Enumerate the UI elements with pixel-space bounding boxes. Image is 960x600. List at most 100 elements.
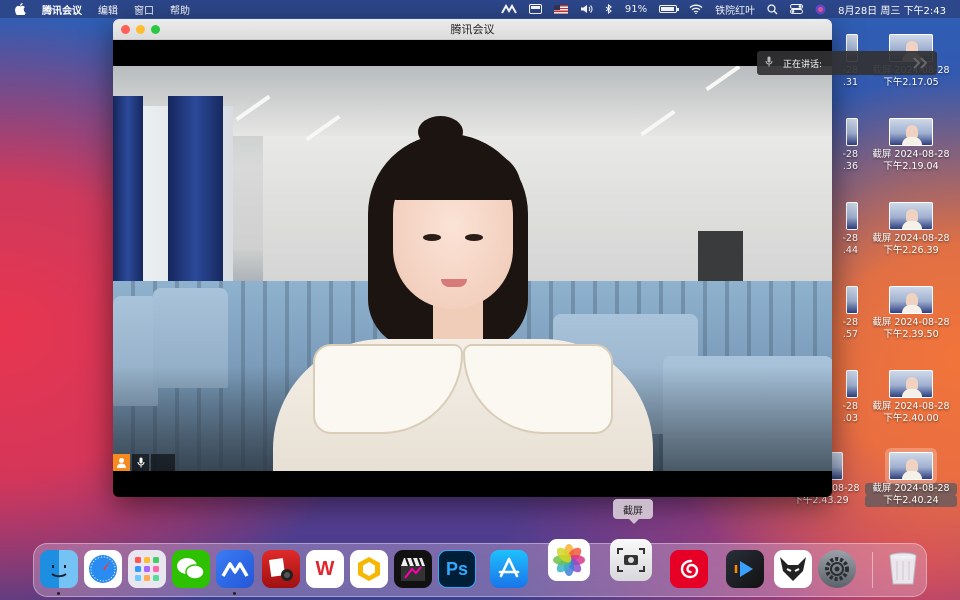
file-name-line1: 截屏 2024-08-28 (872, 317, 950, 328)
dock-tencent-meeting[interactable] (216, 550, 254, 588)
app-store-icon (498, 557, 520, 578)
file-name-line2: 下午2.26.39 (883, 245, 939, 256)
file-name-line2: .57 (842, 329, 858, 340)
participant-status-bar (113, 454, 175, 471)
dock-netease-music[interactable] (670, 550, 708, 588)
dock-app-store[interactable] (490, 550, 528, 588)
menu-help[interactable]: 帮助 (170, 2, 190, 17)
window-titlebar[interactable]: 腾讯会议 (113, 19, 832, 40)
dock-system-settings[interactable] (818, 550, 856, 588)
dock-trash[interactable] (884, 550, 922, 588)
control-center-icon[interactable] (790, 0, 804, 18)
file-thumbnail (846, 370, 858, 398)
photos-flower-icon (553, 544, 585, 576)
file-thumbnail (889, 118, 933, 146)
window-title: 腾讯会议 (450, 23, 495, 36)
play-icon (734, 561, 753, 577)
desktop-screenshot-file-partial[interactable]: -28 .36 (828, 118, 858, 173)
speaking-label: 正在讲话: (783, 59, 823, 70)
file-name-line2: 下午2.17.05 (883, 77, 939, 88)
participant-person (273, 114, 653, 471)
display-icon[interactable] (528, 0, 542, 18)
curtain (168, 96, 223, 306)
dock-safari[interactable] (84, 550, 122, 588)
dock-infuse[interactable] (726, 550, 764, 588)
photoshop-logo-icon: Ps (445, 558, 469, 579)
dock: W Ps (33, 539, 927, 597)
dock-mango[interactable] (350, 550, 388, 588)
menu-window[interactable]: 窗口 (134, 2, 154, 17)
desktop-screenshot-file[interactable]: 截屏 2024-08-28 下午2.39.50 (865, 286, 957, 341)
dock-finder[interactable] (40, 550, 78, 588)
battery-icon[interactable] (659, 0, 680, 18)
dock-photos[interactable] (548, 539, 590, 581)
file-name-line1: -28 (842, 233, 858, 244)
dock-final-cut-pro[interactable] (394, 550, 432, 588)
photo-booth-icon (268, 558, 293, 581)
participant-name-tag (151, 454, 175, 471)
file-name-line2: 下午2.40.24 (865, 495, 957, 507)
file-name-line2: 下午2.19.04 (883, 161, 939, 172)
participant-video[interactable] (113, 66, 832, 471)
desktop-screenshot-file[interactable]: 截屏 2024-08-28 下午2.19.04 (865, 118, 957, 173)
file-thumbnail (846, 286, 858, 314)
screenshot-camera-icon (617, 548, 645, 572)
dock-screenshot[interactable] (610, 539, 652, 581)
file-name-line2: .36 (842, 161, 858, 172)
dock-infinity[interactable] (774, 550, 812, 588)
dock-launchpad[interactable] (128, 550, 166, 588)
siri-icon[interactable] (815, 0, 826, 18)
apple-menu-icon[interactable] (14, 3, 26, 15)
running-indicator (233, 592, 236, 595)
running-indicator (57, 592, 60, 595)
menu-edit[interactable]: 编辑 (98, 2, 118, 17)
input-source-flag-icon[interactable] (553, 0, 568, 18)
netease-music-icon (680, 559, 699, 579)
file-thumbnail (889, 370, 933, 398)
desktop-screenshot-file[interactable]: 截屏 2024-08-28 下午2.26.39 (865, 202, 957, 257)
clapper-icon (401, 557, 425, 581)
file-name-line2: .31 (842, 77, 858, 88)
file-name-line1: 截屏 2024-08-28 (872, 149, 950, 160)
dock-separator (872, 552, 873, 588)
spotlight-search-icon[interactable] (767, 0, 778, 18)
file-name-line1: 截屏 2024-08-28 (872, 233, 950, 244)
dock-wps[interactable]: W (306, 550, 344, 588)
wps-logo-icon: W (315, 557, 335, 580)
menu-clock[interactable]: 8月28日 周三 下午2:43 (838, 2, 946, 17)
input-method-label[interactable]: 铁院红叶 (715, 2, 755, 17)
file-name-line1: -28 (842, 317, 858, 328)
trash-icon (889, 552, 917, 585)
speaking-indicator[interactable]: 正在讲话: (757, 51, 937, 75)
safari-compass-icon (89, 555, 117, 583)
desktop-screenshot-file-partial[interactable]: -28 .57 (828, 286, 858, 341)
file-name-line1: 截屏 2024-08-28 (865, 483, 957, 495)
file-name-line1: 截屏 2024-08-28 (872, 401, 950, 412)
microphone-icon (765, 56, 773, 70)
bluetooth-icon[interactable] (605, 0, 613, 18)
expand-panel-icon[interactable] (909, 55, 933, 71)
dock-tooltip: 截屏 (613, 499, 653, 524)
file-thumbnail (889, 202, 933, 230)
desktop-screenshot-file-partial[interactable]: -28 .03 (828, 370, 858, 425)
file-thumbnail (846, 202, 858, 230)
volume-icon[interactable] (580, 0, 593, 18)
dock-photoshop[interactable]: Ps (438, 550, 476, 588)
dock-photo-booth[interactable] (262, 550, 300, 588)
dock-wechat[interactable] (172, 550, 210, 588)
menu-bar: 腾讯会议 编辑 窗口 帮助 91% 铁院红叶 8月28日 周三 下午2:43 (0, 0, 960, 18)
desktop-screenshot-file-selected[interactable]: 截屏 2024-08-28 下午2.40.24 (865, 448, 957, 507)
menu-app-name[interactable]: 腾讯会议 (42, 2, 82, 17)
tencent-meeting-icon (221, 562, 249, 577)
battery-percent: 91% (624, 3, 648, 15)
finder-icon (51, 565, 67, 578)
tencent-meeting-status-icon[interactable] (500, 0, 517, 18)
desktop-screenshot-file[interactable]: 截屏 2024-08-28 下午2.40.00 (865, 370, 957, 425)
participant-avatar-icon (113, 454, 130, 471)
hexagon-app-icon (358, 557, 380, 581)
gear-icon (825, 557, 849, 581)
desktop-screenshot-file-partial[interactable]: -28 .44 (828, 202, 858, 257)
microphone-icon[interactable] (132, 454, 149, 471)
wifi-icon[interactable] (689, 0, 703, 18)
file-name-line2: 下午2.39.50 (883, 329, 939, 340)
